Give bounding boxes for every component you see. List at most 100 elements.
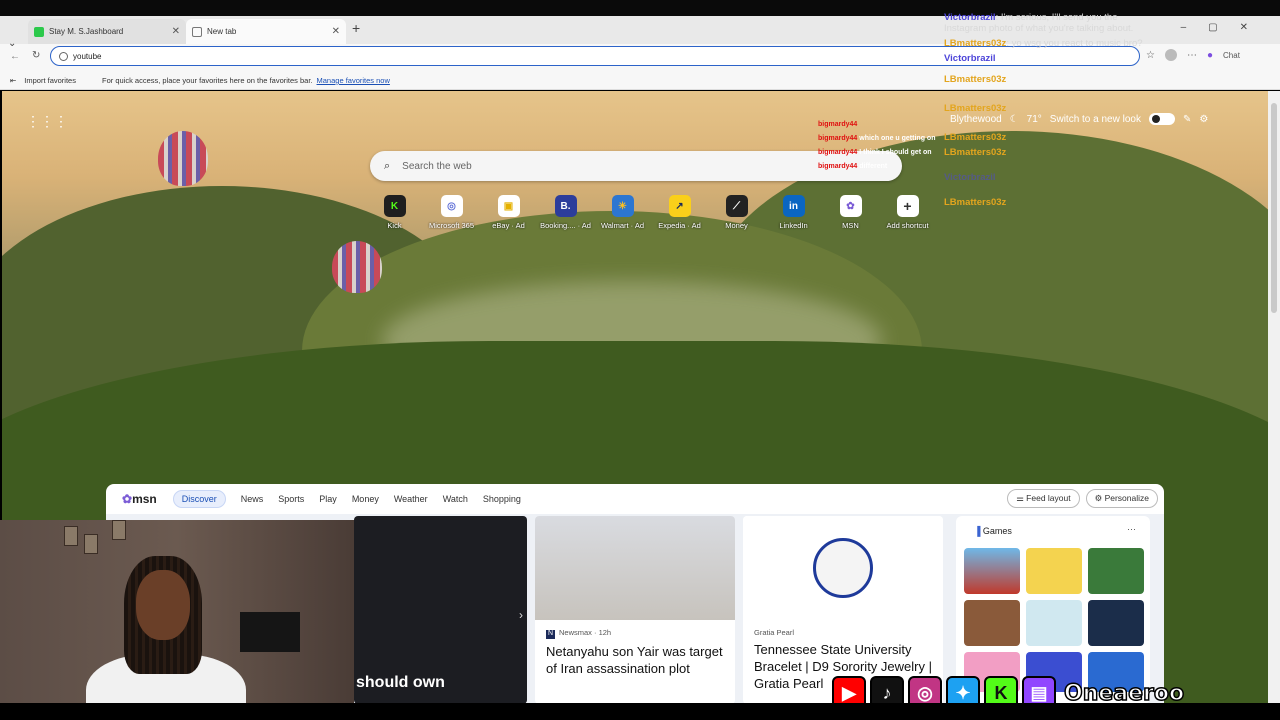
chat-message: bigmardy44 I think I should get on	[818, 149, 932, 156]
manage-favorites-link[interactable]: Manage favorites now	[317, 76, 390, 85]
feed-layout-button[interactable]: ⚌ Feed layout	[1007, 489, 1080, 508]
shortcut-label: eBay · Ad	[492, 221, 525, 230]
games-icon: ▐	[974, 526, 983, 536]
close-icon[interactable]: ✕	[332, 26, 340, 37]
msn-logo[interactable]: ✿msn	[122, 492, 157, 506]
shortcut-expedia[interactable]: ↗ Expedia · Ad	[651, 195, 708, 230]
tab-title: New tab	[207, 27, 237, 36]
new-tab-button[interactable]: +	[352, 20, 360, 36]
news-card-video[interactable]: should own ›	[354, 516, 527, 704]
search-input[interactable]: Search the web	[402, 161, 472, 172]
shortcut-microsoft-365[interactable]: ◎ Microsoft 365	[423, 195, 480, 230]
chat-message: Victorbrazil: I'm serious, I'll send you…	[944, 12, 1134, 34]
page-scrollbar[interactable]	[1268, 91, 1280, 703]
booking-icon: B.	[554, 195, 577, 217]
personalize-button[interactable]: ⚙ Personalize	[1085, 489, 1158, 508]
feed-actions: ⚌ Feed layout ⚙ Personalize	[1007, 489, 1158, 508]
tab-news[interactable]: News	[241, 494, 264, 504]
chat-message: bigmardy44 different	[818, 163, 888, 170]
copilot-icon[interactable]: ●	[1207, 50, 1213, 61]
more-icon[interactable]: ⋯	[1187, 50, 1197, 61]
shortcut-label: Microsoft 365	[428, 221, 475, 230]
more-icon[interactable]: ⋯	[1127, 524, 1136, 535]
news-card-netanyahu[interactable]: N Newsmax · 12h Netanyahu son Yair was ta…	[535, 516, 735, 704]
wall-frame	[112, 520, 126, 540]
tab-title: Stay M. S.Jashboard	[49, 27, 124, 36]
expedia-icon: ↗	[668, 195, 691, 217]
streamer-face	[136, 570, 190, 640]
chat-message: LBmatters03z	[944, 103, 1007, 114]
sliders-icon: ⚌	[1016, 493, 1027, 503]
game-tile[interactable]	[1088, 548, 1144, 594]
game-tile[interactable]	[1088, 600, 1144, 646]
game-tile[interactable]	[1026, 548, 1082, 594]
add-shortcut-button[interactable]: + Add shortcut	[879, 195, 936, 230]
reload-button[interactable]: ↻	[32, 50, 40, 61]
kick-icon	[34, 26, 44, 37]
shortcut-money[interactable]: ⟋ Money	[708, 195, 765, 230]
bottom-strip	[0, 703, 1280, 720]
card-headline: Netanyahu son Yair was target of Iran as…	[546, 644, 723, 676]
next-arrow-icon[interactable]: ›	[519, 608, 523, 622]
walmart-icon: ✳	[611, 195, 634, 217]
settings-gear-icon[interactable]: ⚙	[1199, 114, 1208, 125]
tab-play[interactable]: Play	[319, 494, 337, 504]
scrollbar-thumb[interactable]	[1271, 103, 1277, 313]
game-tile[interactable]	[964, 600, 1020, 646]
chat-message: Victorbrazil	[944, 172, 996, 183]
tab-actions-icon[interactable]: ⌄	[8, 38, 16, 49]
shortcut-label: Money	[725, 221, 748, 230]
chat-button[interactable]: Chat	[1223, 51, 1240, 60]
tab-weather[interactable]: Weather	[394, 494, 428, 504]
import-favorites-button[interactable]: Import favorites	[24, 76, 76, 85]
game-tile[interactable]	[1026, 600, 1082, 646]
address-input[interactable]: youtube	[73, 52, 101, 61]
tab-dashboard[interactable]: Stay M. S.Jashboard ✕	[28, 19, 186, 44]
shortcut-walmart[interactable]: ✳ Walmart · Ad	[594, 195, 651, 230]
tab-sports[interactable]: Sports	[278, 494, 304, 504]
card-source: N Newsmax · 12h	[546, 628, 612, 639]
shortcut-msn[interactable]: ✿ MSN	[822, 195, 879, 230]
favorites-icon[interactable]: ☆	[1146, 50, 1155, 61]
linkedin-icon: in	[782, 195, 805, 217]
import-icon: ⇤	[10, 76, 17, 85]
shortcut-linkedin[interactable]: in LinkedIn	[765, 195, 822, 230]
streamer-handle: Oneaeroo	[1063, 680, 1185, 707]
shortcut-kick[interactable]: K Kick	[366, 195, 423, 230]
microsoft-365-icon: ◎	[440, 195, 463, 217]
shortcut-label: Add shortcut	[886, 221, 929, 230]
wall-frame	[64, 526, 78, 546]
tab-new-tab[interactable]: New tab ✕	[186, 19, 346, 44]
chat-message: Victorbrazil	[944, 53, 996, 64]
chat-message: LBmatters03z	[944, 197, 1007, 208]
tab-shopping[interactable]: Shopping	[483, 494, 521, 504]
streamer	[86, 550, 246, 720]
shortcut-booking[interactable]: B. Booking.... · Ad	[537, 195, 594, 230]
bracelet-image	[813, 538, 873, 598]
new-look-toggle[interactable]	[1148, 113, 1175, 125]
kick-icon: K	[383, 195, 406, 217]
apps-grid-icon[interactable]: ⋮⋮⋮	[26, 113, 68, 130]
tab-discover[interactable]: Discover	[172, 490, 226, 508]
tab-money[interactable]: Money	[352, 494, 379, 504]
chat-message: bigmardy44 which one u getting on	[818, 135, 936, 142]
edit-icon[interactable]: ✎	[1183, 114, 1191, 125]
search-icon	[59, 51, 68, 61]
plus-icon: +	[896, 195, 919, 217]
stream-chat-secondary: bigmardy44 bigmardy44 which one u gettin…	[818, 118, 935, 174]
wall-tv	[240, 612, 300, 652]
msn-nav-bar: ✿msn Discover News Sports Play Money Wea…	[106, 484, 1164, 514]
back-button[interactable]: ←	[10, 51, 20, 62]
shortcut-ebay[interactable]: ▣ eBay · Ad	[480, 195, 537, 230]
newsmax-icon: N	[546, 630, 555, 639]
personalize-icon: ⚙	[1094, 493, 1105, 503]
webcam-overlay	[0, 520, 354, 720]
card-headline: should own	[356, 674, 445, 691]
game-tile[interactable]	[964, 548, 1020, 594]
close-icon[interactable]: ✕	[172, 26, 180, 37]
card-source: Gratia Pearl	[754, 628, 795, 637]
avatar[interactable]	[1164, 49, 1177, 61]
window-controls[interactable]: –▢✕	[1181, 22, 1270, 33]
tab-watch[interactable]: Watch	[443, 494, 468, 504]
hot-air-balloon	[158, 131, 208, 186]
